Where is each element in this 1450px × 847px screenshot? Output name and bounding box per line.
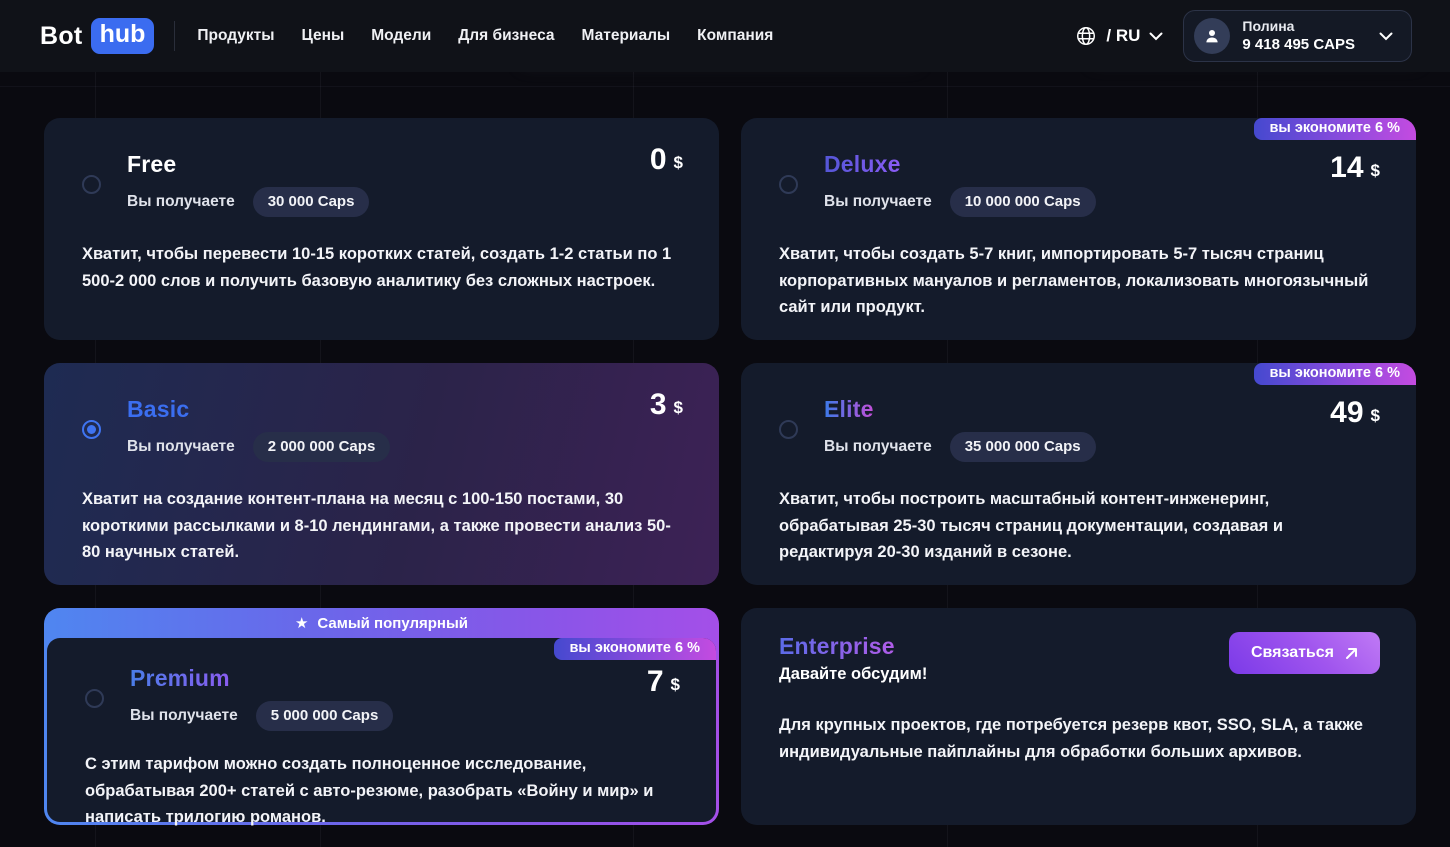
plan-card-enterprise[interactable]: Enterprise Давайте обсудим! Связаться Дл…: [741, 608, 1416, 825]
receive-label: Вы получаете: [824, 438, 932, 456]
plan-card-basic[interactable]: Basic Вы получаете 2 000 000 Caps 3 $ Хв…: [44, 363, 719, 585]
plan-title: Elite: [824, 397, 874, 422]
locale-label: / RU: [1106, 26, 1140, 46]
plan-price: 49 $: [1330, 399, 1380, 426]
plan-description: Хватит, чтобы перевести 10-15 коротких с…: [82, 241, 683, 294]
plan-radio-premium[interactable]: [85, 689, 104, 708]
top-navbar: Bot hub Продукты Цены Модели Для бизнеса…: [0, 0, 1450, 72]
plan-title: Premium: [130, 666, 230, 691]
plan-title: Enterprise: [779, 634, 895, 659]
plan-radio-basic[interactable]: [82, 420, 101, 439]
nav-item-models[interactable]: Модели: [371, 27, 431, 45]
plan-card-elite[interactable]: вы экономите 6 % Elite Вы получаете 35 0…: [741, 363, 1416, 585]
savings-badge: вы экономите 6 %: [1254, 363, 1417, 385]
nav-item-company[interactable]: Компания: [697, 27, 773, 45]
receive-label: Вы получаете: [824, 193, 932, 211]
plan-card-free[interactable]: Free Вы получаете 30 000 Caps 0 $ Хватит…: [44, 118, 719, 340]
plan-price: 7 $: [647, 668, 680, 695]
savings-badge: вы экономите 6 %: [554, 638, 717, 660]
receive-label: Вы получаете: [130, 707, 238, 725]
person-icon: [1203, 27, 1221, 45]
plan-description: С этим тарифом можно создать полноценное…: [85, 751, 680, 830]
plan-title: Deluxe: [824, 152, 901, 177]
plan-title: Basic: [127, 397, 390, 422]
backdrop-grid-line: [0, 86, 1450, 87]
nav-item-business[interactable]: Для бизнеса: [458, 27, 554, 45]
main-nav: Продукты Цены Модели Для бизнеса Материа…: [197, 27, 773, 45]
nav-item-products[interactable]: Продукты: [197, 27, 274, 45]
most-popular-label: Самый популярный: [317, 615, 468, 632]
caps-badge: 35 000 000 Caps: [950, 432, 1096, 462]
plan-radio-free[interactable]: [82, 175, 101, 194]
plan-card-premium-wrapper[interactable]: ★ Самый популярный вы экономите 6 % Prem…: [44, 608, 719, 825]
most-popular-ribbon: ★ Самый популярный: [47, 608, 716, 638]
plan-price: 0 $: [650, 146, 683, 173]
plan-radio-deluxe[interactable]: [779, 175, 798, 194]
logo-text-hub: hub: [91, 18, 155, 54]
globe-icon: [1075, 25, 1097, 47]
caps-badge: 30 000 Caps: [253, 187, 370, 217]
logo-text-bot: Bot: [40, 22, 83, 51]
user-account-menu[interactable]: Полина 9 418 495 CAPS: [1183, 10, 1412, 62]
header-divider: [174, 21, 175, 51]
contact-button[interactable]: Связаться: [1229, 632, 1380, 674]
plan-card-premium[interactable]: вы экономите 6 % Premium Вы получаете 5 …: [47, 638, 716, 822]
chevron-down-icon: [1379, 32, 1393, 41]
plan-radio-elite[interactable]: [779, 420, 798, 439]
plan-title: Free: [127, 152, 369, 177]
plan-description: Для крупных проектов, где потребуется ре…: [779, 712, 1369, 765]
nav-item-materials[interactable]: Материалы: [582, 27, 671, 45]
bothub-logo[interactable]: Bot hub: [40, 18, 154, 54]
receive-label: Вы получаете: [127, 193, 235, 211]
nav-item-prices[interactable]: Цены: [302, 27, 345, 45]
arrow-up-right-icon: [1345, 647, 1358, 660]
star-icon: ★: [295, 616, 308, 631]
pricing-plan-grid: Free Вы получаете 30 000 Caps 0 $ Хватит…: [44, 118, 1416, 825]
contact-button-label: Связаться: [1251, 644, 1334, 662]
chevron-down-icon: [1149, 32, 1163, 41]
caps-badge: 5 000 000 Caps: [256, 701, 394, 731]
plan-description: Хватит, чтобы построить масштабный конте…: [779, 486, 1380, 565]
plan-card-deluxe[interactable]: вы экономите 6 % Deluxe Вы получаете 10 …: [741, 118, 1416, 340]
receive-label: Вы получаете: [127, 438, 235, 456]
plan-description: Хватит, чтобы создать 5-7 книг, импортир…: [779, 241, 1380, 320]
plan-description: Хватит на создание контент-плана на меся…: [82, 486, 683, 565]
avatar: [1194, 18, 1230, 54]
plan-price: 14 $: [1330, 154, 1380, 181]
savings-badge: вы экономите 6 %: [1254, 118, 1417, 140]
user-balance: 9 418 495 CAPS: [1242, 35, 1355, 55]
user-name: Полина: [1242, 17, 1355, 35]
language-switcher[interactable]: / RU: [1075, 25, 1163, 47]
caps-badge: 2 000 000 Caps: [253, 432, 391, 462]
plan-price: 3 $: [650, 391, 683, 418]
caps-badge: 10 000 000 Caps: [950, 187, 1096, 217]
